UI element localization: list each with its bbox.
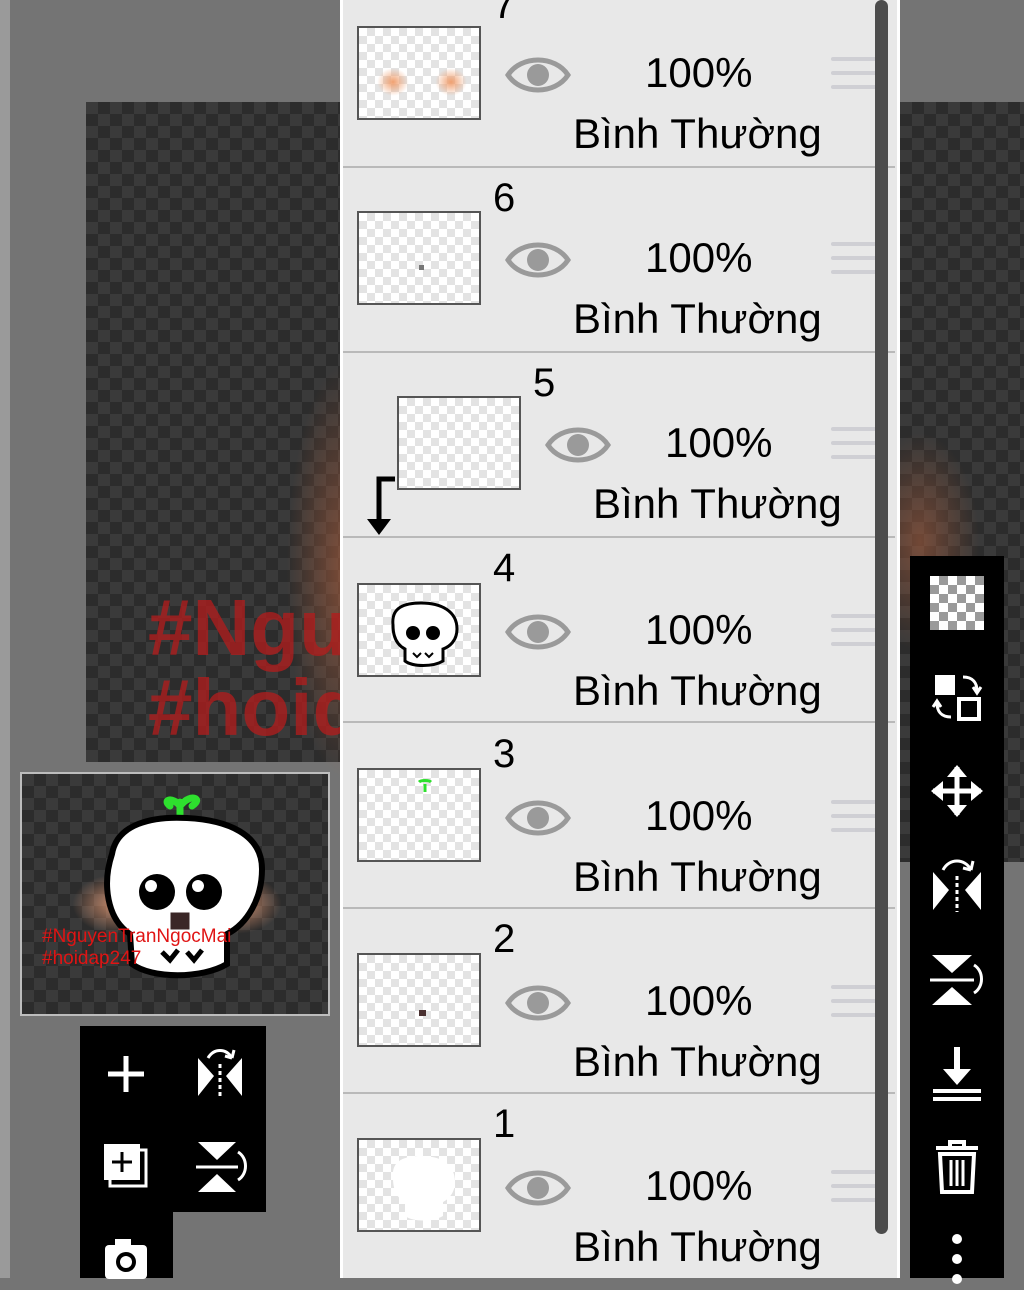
drag-handle-icon[interactable] bbox=[831, 614, 877, 654]
right-toolbar bbox=[910, 556, 1004, 1284]
drag-handle-icon[interactable] bbox=[831, 985, 877, 1025]
layer-row-7[interactable]: 7 100% Bình Thường bbox=[343, 0, 895, 168]
layer-opacity[interactable]: 100% bbox=[645, 792, 752, 840]
layer-blend-mode[interactable]: Bình Thường bbox=[573, 1038, 822, 1086]
layer-thumbnail[interactable] bbox=[357, 953, 481, 1047]
drag-handle-icon[interactable] bbox=[831, 57, 877, 97]
layer-blend-mode[interactable]: Bình Thường bbox=[593, 480, 842, 528]
skull-icon bbox=[391, 601, 459, 667]
canvas-watermark-1: #Ngu bbox=[148, 583, 348, 672]
move-icon[interactable] bbox=[924, 758, 990, 824]
layer-row-5[interactable]: 5 100% Bình Thường bbox=[343, 353, 895, 538]
layer-row-3[interactable]: 3 100% Bình Thường bbox=[343, 724, 895, 909]
layer-number: 7 bbox=[493, 0, 516, 27]
preview-watermark-line-2: #hoidap247 bbox=[42, 948, 142, 969]
layer-blend-mode[interactable]: Bình Thường bbox=[573, 295, 822, 343]
layer-thumbnail[interactable] bbox=[357, 26, 481, 120]
preview-watermark: #NguyenTranNgocMai #hoidap247 bbox=[42, 926, 231, 970]
canvas-preview[interactable]: #NguyenTranNgocMai #hoidap247 bbox=[20, 772, 330, 1016]
layer-blend-mode[interactable]: Bình Thường bbox=[573, 667, 822, 715]
layer-row-1[interactable]: 1 100% Bình Thường bbox=[343, 1094, 895, 1278]
layer-blend-mode[interactable]: Bình Thường bbox=[573, 110, 822, 158]
layer-opacity[interactable]: 100% bbox=[645, 977, 752, 1025]
preview-watermark-line-1: #NguyenTranNgocMai bbox=[42, 926, 232, 947]
eye-icon[interactable] bbox=[505, 610, 571, 654]
clipping-arrow-icon bbox=[367, 476, 395, 535]
canvas-area[interactable]: #Ngu #hoid bbox=[86, 102, 406, 782]
layer-number: 5 bbox=[533, 361, 556, 405]
flip-horizontal-icon[interactable] bbox=[924, 852, 990, 918]
flip-vertical-icon[interactable] bbox=[190, 1136, 250, 1196]
drag-handle-icon[interactable] bbox=[831, 242, 877, 282]
layer-row-4[interactable]: 4 100% Bình Thường bbox=[343, 538, 895, 723]
layer-opacity[interactable]: 100% bbox=[645, 49, 752, 97]
canvas-watermark-2: #hoid bbox=[148, 663, 362, 752]
eye-icon[interactable] bbox=[505, 1166, 571, 1210]
merge-down-icon[interactable] bbox=[924, 1040, 990, 1106]
layer-row-6[interactable]: 6 100% Bình Thường bbox=[343, 168, 895, 353]
character-illustration bbox=[104, 794, 266, 979]
layer-thumbnail[interactable] bbox=[357, 211, 481, 305]
drag-handle-icon[interactable] bbox=[831, 1170, 877, 1210]
drag-handle-icon[interactable] bbox=[831, 800, 877, 840]
layer-number: 1 bbox=[493, 1102, 516, 1146]
left-edge bbox=[0, 0, 10, 1278]
camera-icon[interactable] bbox=[96, 1226, 156, 1286]
layers-panel[interactable]: 7 100% Bình Thường 6 100% Bình Thường 5 … bbox=[340, 0, 900, 1278]
layer-thumbnail[interactable] bbox=[397, 396, 521, 490]
layer-row-2[interactable]: 2 100% Bình Thường bbox=[343, 909, 895, 1094]
layer-thumbnail[interactable] bbox=[357, 768, 481, 862]
layer-blend-mode[interactable]: Bình Thường bbox=[573, 853, 822, 901]
layer-blend-mode[interactable]: Bình Thường bbox=[573, 1223, 822, 1271]
layer-opacity[interactable]: 100% bbox=[645, 234, 752, 282]
flip-horizontal-icon[interactable] bbox=[190, 1044, 250, 1104]
layer-number: 3 bbox=[493, 732, 516, 776]
left-toolbar bbox=[80, 1026, 266, 1212]
add-layer-icon[interactable] bbox=[96, 1136, 156, 1196]
eye-icon[interactable] bbox=[505, 981, 571, 1025]
drag-handle-icon[interactable] bbox=[831, 427, 877, 467]
more-icon[interactable] bbox=[924, 1224, 990, 1290]
layer-number: 2 bbox=[493, 917, 516, 961]
transparency-icon[interactable] bbox=[924, 570, 990, 636]
left-toolbar-bottom bbox=[80, 1212, 173, 1279]
layer-opacity[interactable]: 100% bbox=[645, 1162, 752, 1210]
eye-icon[interactable] bbox=[545, 423, 611, 467]
layer-thumbnail[interactable] bbox=[357, 583, 481, 677]
layers-scrollbar[interactable] bbox=[875, 0, 888, 1234]
eye-icon[interactable] bbox=[505, 796, 571, 840]
layer-number: 4 bbox=[493, 546, 516, 590]
layer-number: 6 bbox=[493, 176, 516, 220]
eye-icon[interactable] bbox=[505, 238, 571, 282]
layer-thumbnail[interactable] bbox=[357, 1138, 481, 1232]
eye-icon[interactable] bbox=[505, 53, 571, 97]
layer-opacity[interactable]: 100% bbox=[645, 606, 752, 654]
flip-vertical-icon[interactable] bbox=[924, 946, 990, 1012]
swap-layer-icon[interactable] bbox=[924, 664, 990, 730]
layer-opacity[interactable]: 100% bbox=[665, 419, 772, 467]
plus-icon[interactable] bbox=[96, 1044, 156, 1104]
trash-icon[interactable] bbox=[924, 1134, 990, 1200]
